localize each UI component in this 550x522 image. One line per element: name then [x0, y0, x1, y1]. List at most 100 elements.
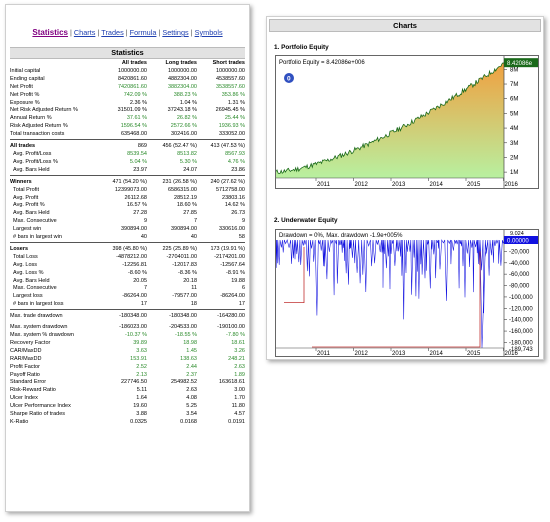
x-tick-label: 2011	[317, 351, 331, 356]
nav-link-statistics[interactable]: Statistics	[32, 28, 68, 37]
row-label: Avg. Bars Held	[13, 277, 50, 284]
value-short-trades: 5712758.00	[215, 186, 245, 193]
nav-link-symbols[interactable]: Symbols	[195, 28, 223, 37]
nav-link-charts[interactable]: Charts	[74, 28, 96, 37]
x-tick-label: 2015	[467, 182, 481, 188]
equity-chart-svg: 8M 7M 6M 5M 4M 3M 2M 1M 8.42086e 2011 2012 2013 2014…	[276, 56, 538, 188]
row-label: Avg. Profit/Loss	[13, 150, 52, 157]
table-row: Standard Error 227746.50 254982.52 163618.6…	[10, 379, 245, 387]
row-label: Sharpe Ratio of trades	[10, 411, 66, 418]
badge-label: 0	[287, 76, 291, 83]
row-label: Total Profit	[13, 186, 39, 193]
table-row: Annual Return % 37.61 % 26.82 % 25.44 %	[10, 115, 245, 123]
table-row: Avg. Bars Held 20.05 20.18 19.88	[10, 278, 245, 286]
table-row: CAR/MaxDD 3.63 1.45 3.26	[10, 348, 245, 356]
value-short-trades: 1.31 %	[227, 99, 245, 106]
table-row: Avg. Bars Held 27.28 27.85 26.73	[10, 210, 245, 218]
value-all-trades: 7420861.60	[117, 83, 147, 90]
value-all-trades: 1000000.00	[117, 67, 147, 74]
table-row: Max. trade drawdown -180348.00 -180348.00 -…	[10, 313, 245, 321]
row-label: Net Profit %	[10, 91, 40, 98]
table-row: Max. Consecutive 7 11 6	[10, 285, 245, 293]
value-long-trades: 2.44	[186, 363, 197, 370]
value-short-trades: 17	[238, 301, 245, 308]
value-long-trades: 11	[191, 285, 197, 292]
x-tick-label: 2016	[505, 182, 519, 188]
row-label: All trades	[10, 143, 36, 150]
row-label: Avg. Profit	[13, 194, 39, 201]
nav-separator: |	[190, 28, 193, 37]
value-long-trades: 8513.82	[177, 150, 197, 157]
value-short-trades: 6	[241, 285, 245, 292]
header-all-trades: All trades	[121, 60, 147, 66]
table-row: Ulcer Performance Index 19.60 5.25 11.80	[10, 403, 245, 411]
row-label: Net Risk Adjusted Return %	[10, 107, 78, 114]
table-row: Avg. Profit/Loss % 5.04 % 5.30 % 4.76 %	[10, 159, 245, 167]
value-short-trades: 0.0191	[228, 418, 245, 425]
row-label: Max. trade drawdown	[10, 313, 63, 320]
portfolio-equity-chart[interactable]: 8M 7M 6M 5M 4M 3M 2M 1M 8.42086e 2011 2012 2013 2014…	[275, 55, 539, 189]
underwater-equity-chart[interactable]: 9.024 0.00000 -20,000 -40,000 -60,000 -80,000…	[275, 229, 539, 357]
value-long-trades: 254982.52	[171, 379, 197, 386]
value-all-trades: -8.60 %	[128, 269, 147, 276]
table-row: Ulcer Index 1.64 4.08 1.70	[10, 395, 245, 403]
value-all-trades: 3.88	[136, 411, 147, 418]
value-all-trades: 5.04 %	[129, 158, 147, 165]
value-short-trades: 58	[238, 234, 245, 241]
y-tick-label: -180,000	[509, 340, 533, 346]
value-short-trades: 11.80	[231, 403, 245, 410]
row-label: Max. system drawdown	[10, 324, 68, 331]
value-short-trades: 8567.93	[225, 150, 245, 157]
y-tick-label: -40,000	[509, 261, 530, 267]
value-short-trades: 3.26	[234, 347, 245, 354]
last-value-label: 0.00000	[507, 239, 529, 245]
value-long-trades: 4882304.00	[167, 75, 197, 82]
value-short-trades: 25.44 %	[224, 115, 245, 122]
table-row: Largest win 390894.00 390894.00 330616.00	[10, 226, 245, 234]
last-value-label: 8.42086e	[507, 61, 533, 67]
value-short-trades: 353.86 %	[221, 91, 245, 98]
value-long-trades: 26.82 %	[176, 115, 197, 122]
value-short-trades: 23803.16	[222, 194, 245, 201]
row-label: Largest win	[13, 226, 42, 233]
value-short-trades: 19.88	[231, 277, 245, 284]
table-row: Initial capital 1000000.00 1000000.00 10000…	[10, 68, 245, 76]
value-all-trades: 31501.09 %	[117, 107, 147, 114]
table-row: Avg. Loss -12256.81 -12017.83 -12567.64	[10, 262, 245, 270]
value-all-trades: -180348.00	[119, 313, 147, 320]
value-short-trades: 4.76 %	[227, 158, 245, 165]
statistics-table: All trades Long trades Short trades Init…	[10, 60, 245, 427]
value-all-trades: -86264.00	[122, 293, 147, 300]
nav-link-formula[interactable]: Formula	[130, 28, 157, 37]
row-label: Risk-Reward Ratio	[10, 387, 56, 394]
value-long-trades: 40	[190, 234, 197, 241]
value-all-trades: 16.57 %	[126, 202, 147, 209]
y-tick-label: 1M	[510, 170, 518, 176]
value-short-trades: -164280.00	[217, 313, 245, 320]
row-label: K-Ratio	[10, 418, 29, 425]
value-short-trades: 23.86	[231, 166, 245, 173]
row-label: # bars in largest win	[13, 234, 62, 241]
equity-chart-title: 1. Portfolio Equity	[274, 44, 329, 51]
value-all-trades: 37.61 %	[126, 115, 147, 122]
value-all-trades: 5.11	[136, 387, 147, 394]
row-label: Total Loss	[13, 253, 38, 260]
table-row: Winners 471 (54.20 %) 231 (26.58 %) 240 (27…	[10, 179, 245, 187]
nav-link-trades[interactable]: Trades	[101, 28, 123, 37]
y-tick-label: 6M	[510, 97, 518, 103]
table-row: Total Profit 12399073.00 6586315.00 5712758…	[10, 187, 245, 195]
value-long-trades: 2.63	[186, 387, 197, 394]
value-long-trades: 2572.66 %	[170, 123, 197, 130]
value-short-trades: -2174201.00	[214, 253, 245, 260]
nav-separator: |	[69, 28, 72, 37]
row-label: Max. Consecutive	[13, 218, 57, 225]
x-tick-label: 2016	[505, 351, 519, 356]
value-short-trades: -8.91 %	[226, 269, 245, 276]
y-tick-label: -100,000	[509, 295, 533, 301]
nav-link-settings[interactable]: Settings	[162, 28, 188, 37]
table-row: K-Ratio 0.0325 0.0168 0.0191	[10, 419, 245, 427]
value-short-trades: 18.61	[231, 339, 245, 346]
value-all-trades: 26112.68	[124, 194, 147, 201]
table-row: Max. system drawdown -186023.00 -204533.00…	[10, 324, 245, 332]
row-label: Avg. Profit/Loss %	[13, 158, 58, 165]
